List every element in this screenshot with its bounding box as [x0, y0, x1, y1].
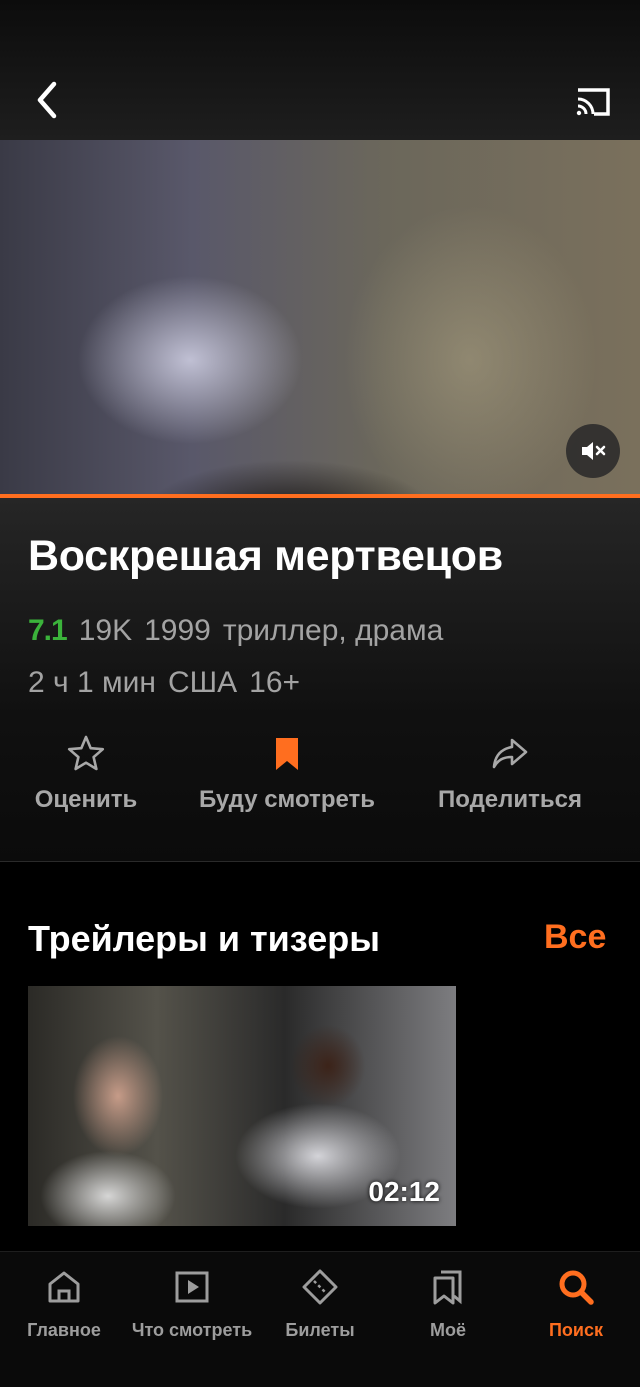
movie-genres: триллер, драма [222, 614, 444, 647]
trailer-card[interactable]: 02:12 [28, 986, 456, 1226]
nav-mine-label: Моё [430, 1320, 466, 1340]
movie-title: Воскрешая мертвецов [28, 532, 503, 580]
trailer-duration: 02:12 [368, 1176, 440, 1207]
play-icon [173, 1268, 211, 1306]
home-icon [45, 1268, 83, 1306]
rate-label: Оценить [34, 786, 138, 813]
movie-meta-line-2: 2 ч 1 мин США 16+ [28, 666, 312, 700]
movie-meta-line-1: 7.1 19K 1999 триллер, драма [28, 614, 455, 648]
top-bar [0, 0, 640, 140]
movie-rating: 7.1 [28, 614, 68, 647]
movie-votes: 19K [78, 614, 133, 647]
movie-duration: 2 ч 1 мин [28, 666, 156, 699]
nav-tickets-label: Билеты [285, 1320, 355, 1340]
nav-mine[interactable]: Моё [400, 1268, 496, 1352]
watchlist-label: Буду смотреть [198, 786, 376, 813]
bookmarks-icon [429, 1268, 467, 1306]
nav-home[interactable]: Главное [14, 1268, 114, 1352]
nav-home-label: Главное [27, 1320, 101, 1340]
nav-tickets[interactable]: Билеты [274, 1268, 366, 1352]
mute-icon[interactable] [566, 424, 620, 478]
share-icon [490, 734, 530, 774]
nav-search[interactable]: Поиск [528, 1268, 624, 1352]
movie-country: США [167, 666, 238, 699]
ticket-icon [301, 1268, 339, 1306]
movie-page: Воскрешая мертвецов 7.1 19K 1999 триллер, д… [0, 0, 640, 1387]
nav-what-to-watch-label: Что смотреть [131, 1320, 253, 1340]
search-icon [557, 1268, 595, 1306]
star-icon [66, 734, 106, 774]
nav-search-label: Поиск [548, 1320, 604, 1340]
action-bar: Оценить Буду смотреть Поделиться [0, 734, 640, 824]
watchlist-button[interactable]: Буду смотреть [180, 734, 394, 824]
trailers-all-link[interactable]: Все [544, 918, 606, 957]
section-divider [0, 861, 640, 862]
share-label: Поделиться [437, 786, 583, 813]
movie-year: 1999 [144, 614, 211, 647]
cast-icon[interactable] [570, 80, 614, 124]
nav-what-to-watch[interactable]: Что смотреть [124, 1268, 260, 1352]
bottom-navigation: Главное Что смотреть Билеты Моё Поиск [0, 1251, 640, 1387]
video-player[interactable] [0, 140, 640, 494]
back-arrow-icon[interactable] [26, 78, 70, 122]
movie-age-rating: 16+ [249, 666, 301, 699]
trailers-section-title: Трейлеры и тизеры [28, 918, 380, 959]
bookmark-icon [267, 734, 307, 774]
share-button[interactable]: Поделиться [420, 734, 600, 824]
rate-button[interactable]: Оценить [10, 734, 162, 824]
